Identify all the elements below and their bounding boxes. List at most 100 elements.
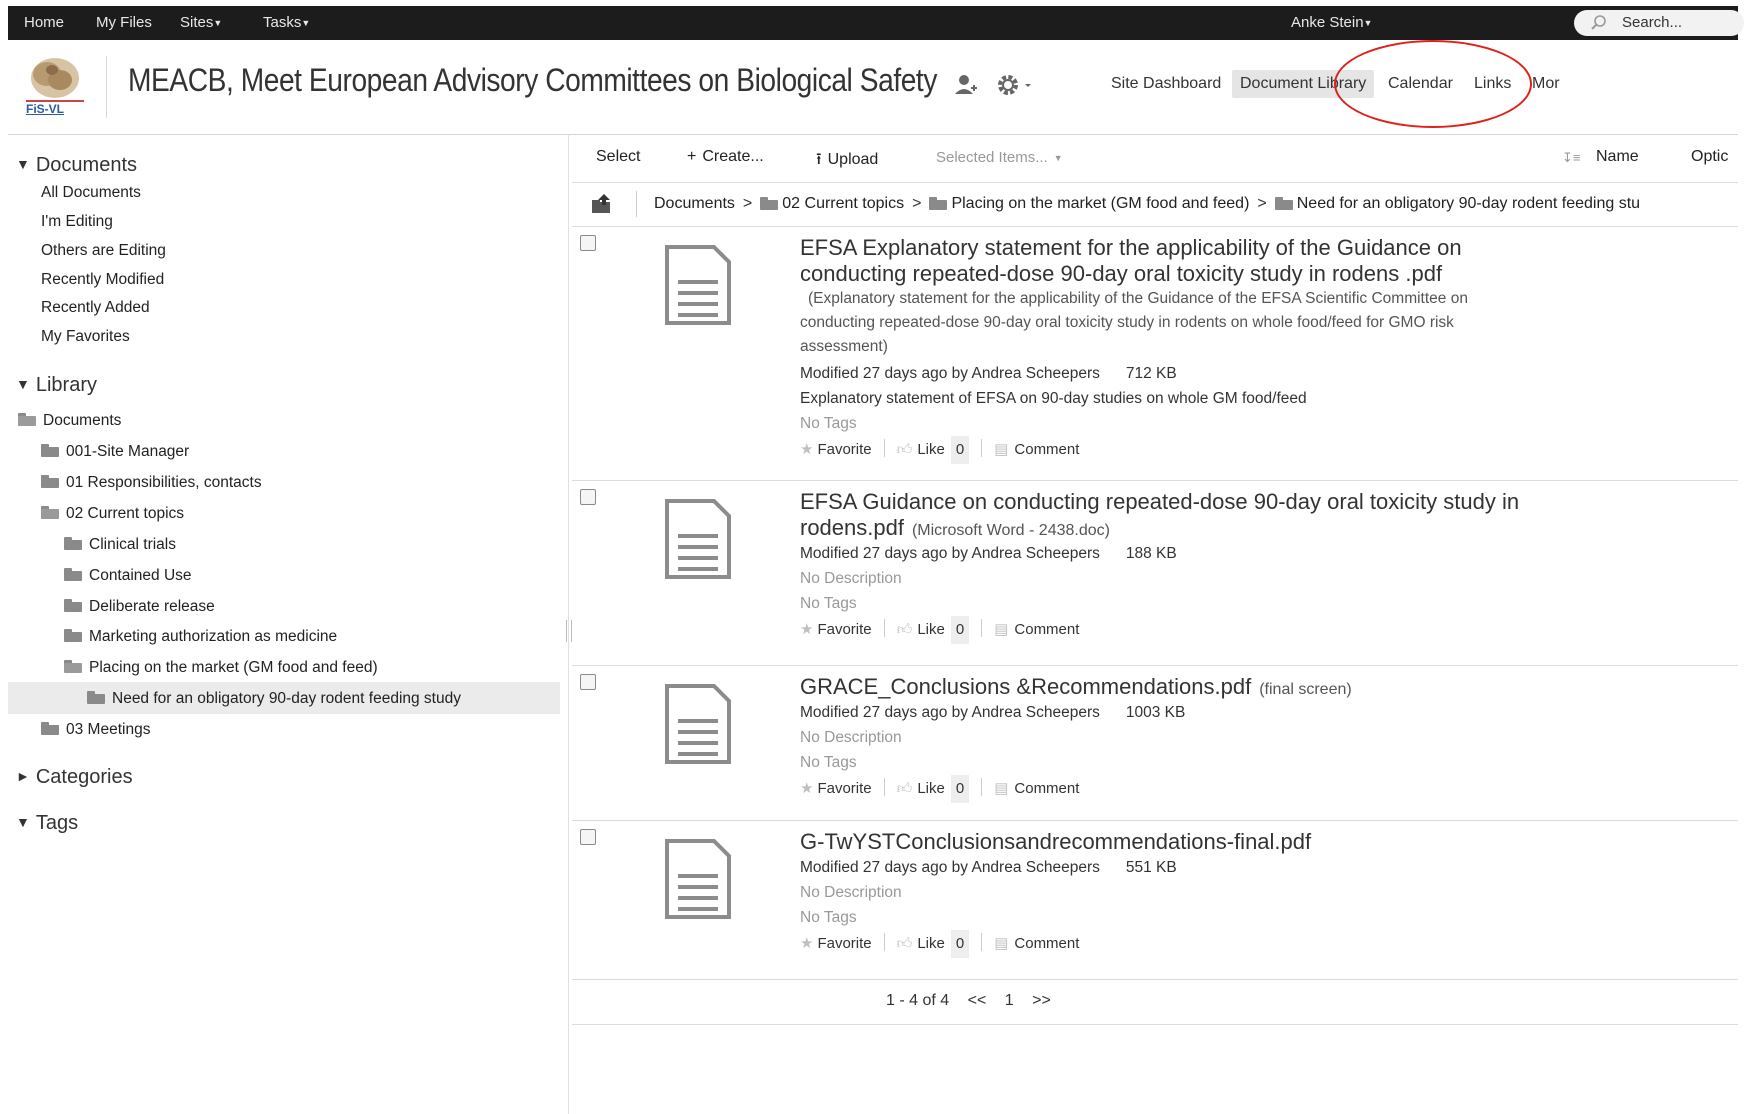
document-icon[interactable] — [664, 499, 732, 579]
tree-item-placing-on-market[interactable]: Placing on the market (GM food and feed) — [64, 659, 378, 677]
comment-button[interactable]: ▤ Comment — [994, 621, 1079, 638]
filter-im-editing[interactable]: I'm Editing — [41, 213, 113, 231]
document-icon[interactable] — [664, 684, 732, 764]
filter-recently-added[interactable]: Recently Added — [41, 299, 150, 317]
document-row: EFSA Explanatory statement for the appli… — [572, 227, 1738, 481]
document-row: EFSA Guidance on conducting repeated-dos… — [572, 481, 1738, 666]
like-button[interactable]: 👍︎ Like — [897, 441, 945, 458]
previous-page-button[interactable]: << — [968, 992, 987, 1009]
document-details: G-TwYSTConclusionsandrecommendations-fin… — [800, 829, 1730, 958]
nav-home[interactable]: Home — [24, 6, 64, 40]
filter-others-editing[interactable]: Others are Editing — [41, 242, 166, 260]
thumbs-up-icon: 👍︎ — [896, 935, 913, 952]
dropdown-arrow-icon: ▼ — [1363, 18, 1373, 28]
comment-button[interactable]: ▤ Comment — [994, 935, 1079, 952]
folder-icon — [64, 537, 82, 550]
tree-item-meetings[interactable]: 03 Meetings — [41, 721, 150, 739]
breadcrumb-path: Documents >02 Current topics > Placing on t… — [654, 195, 1641, 212]
divider — [636, 191, 637, 217]
nav-sites[interactable]: Sites▼ — [180, 6, 222, 40]
like-button[interactable]: 👍︎ Like — [897, 780, 945, 797]
tags-section-header[interactable]: ▼ Tags — [16, 812, 78, 835]
tree-item-documents[interactable]: Documents — [18, 412, 121, 430]
document-title[interactable]: GRACE_Conclusions &Recommendations.pdf — [800, 674, 1251, 699]
comment-button[interactable]: ▤ Comment — [994, 441, 1079, 458]
library-section-header[interactable]: ▼ Library — [16, 374, 97, 397]
options-menu[interactable]: Optic — [1691, 148, 1728, 166]
nav-my-files[interactable]: My Files — [96, 6, 152, 40]
selected-items-menu[interactable]: Selected Items... ▼ — [936, 149, 1063, 166]
select-checkbox[interactable] — [580, 674, 596, 690]
favorite-button[interactable]: ★ Favorite — [800, 621, 872, 638]
like-button[interactable]: 👍︎ Like — [897, 621, 945, 638]
tree-item-responsibilities[interactable]: 01 Responsibilities, contacts — [41, 474, 262, 492]
select-button[interactable]: Select — [596, 148, 640, 166]
folder-icon — [64, 568, 82, 581]
favorite-button[interactable]: ★ Favorite — [800, 935, 872, 952]
document-description: No Description — [800, 570, 902, 587]
favorite-button[interactable]: ★ Favorite — [800, 780, 872, 797]
document-title[interactable]: G-TwYSTConclusionsandrecommendations-fin… — [800, 829, 1311, 854]
dropdown-arrow-icon: ▼ — [301, 18, 311, 28]
plus-icon: + — [687, 148, 697, 165]
comment-button[interactable]: ▤ Comment — [994, 780, 1079, 797]
breadcrumb-current-topics[interactable]: 02 Current topics — [782, 195, 904, 212]
categories-section-header[interactable]: ► Categories — [16, 766, 133, 789]
breadcrumb-documents[interactable]: Documents — [654, 195, 735, 212]
next-page-button[interactable]: >> — [1032, 992, 1051, 1009]
document-title[interactable]: EFSA Guidance on conducting repeated-dos… — [800, 489, 1519, 540]
select-checkbox[interactable] — [580, 235, 596, 251]
like-button[interactable]: 👍︎ Like — [897, 935, 945, 952]
tree-item-site-manager[interactable]: 001-Site Manager — [41, 443, 189, 461]
document-modified: Modified 27 days ago by Andrea Scheepers… — [800, 704, 1186, 721]
filter-all-documents[interactable]: All Documents — [41, 184, 141, 202]
select-checkbox[interactable] — [580, 489, 596, 505]
gear-icon[interactable] — [995, 72, 1035, 98]
tree-item-deliberate-release[interactable]: Deliberate release — [64, 598, 215, 616]
site-nav-more[interactable]: Mor — [1532, 70, 1560, 98]
star-icon: ★ — [800, 621, 814, 638]
star-icon: ★ — [800, 935, 814, 952]
add-member-icon[interactable] — [953, 72, 979, 98]
user-menu[interactable]: Anke Stein▼ — [1291, 6, 1372, 40]
create-button[interactable]: + Create... — [687, 148, 764, 166]
page-number[interactable]: 1 — [1005, 992, 1014, 1009]
search-input[interactable]: Search... — [1574, 10, 1744, 36]
sort-field-button[interactable]: Name — [1596, 148, 1639, 166]
document-row: GRACE_Conclusions &Recommendations.pdf (f… — [572, 666, 1738, 821]
tree-item-marketing-authorization[interactable]: Marketing authorization as medicine — [64, 628, 337, 646]
nav-tasks[interactable]: Tasks▼ — [263, 6, 310, 40]
search-placeholder: Search... — [1622, 14, 1683, 31]
site-nav-dashboard[interactable]: Site Dashboard — [1111, 70, 1221, 98]
breadcrumb-current-folder: Need for an obligatory 90-day rodent fee… — [1296, 195, 1641, 212]
folder-icon — [41, 475, 59, 488]
tree-item-clinical-trials[interactable]: Clinical trials — [64, 536, 176, 554]
documents-section-header[interactable]: ▼ Documents — [16, 154, 137, 177]
document-subtitle: (final screen) — [1259, 681, 1352, 698]
document-icon[interactable] — [664, 245, 732, 325]
folder-up-icon[interactable] — [590, 193, 614, 215]
document-details: GRACE_Conclusions &Recommendations.pdf (f… — [800, 674, 1730, 803]
folder-icon — [1274, 197, 1293, 210]
breadcrumb-placing-on-market[interactable]: Placing on the market (GM food and feed) — [951, 195, 1249, 212]
tree-item-need-90-day-study[interactable]: Need for an obligatory 90-day rodent fee… — [87, 690, 461, 708]
tree-item-current-topics[interactable]: 02 Current topics — [41, 505, 184, 523]
highlight-circle-annotation — [1334, 40, 1532, 128]
document-tags: No Tags — [800, 909, 857, 926]
select-checkbox[interactable] — [580, 829, 596, 845]
comment-icon: ▤ — [994, 780, 1009, 797]
like-count: 0 — [950, 436, 970, 464]
folder-icon — [41, 722, 59, 735]
document-icon[interactable] — [664, 839, 732, 919]
upload-icon: ⭱ — [816, 151, 822, 168]
document-title[interactable]: EFSA Explanatory statement for the appli… — [800, 235, 1462, 286]
favorite-button[interactable]: ★ Favorite — [800, 441, 872, 458]
filter-recently-modified[interactable]: Recently Modified — [41, 271, 164, 289]
document-actions: ★ Favorite 👍︎ Like 0 ▤ Comment — [800, 436, 1540, 464]
like-count: 0 — [950, 775, 970, 803]
filter-my-favorites[interactable]: My Favorites — [41, 328, 130, 346]
tree-item-contained-use[interactable]: Contained Use — [64, 567, 192, 585]
upload-button[interactable]: ⭱ Upload — [816, 148, 878, 175]
sort-order-icon[interactable]: ↧≡ — [1562, 150, 1580, 166]
logo-text: FiS-VL — [26, 102, 64, 116]
